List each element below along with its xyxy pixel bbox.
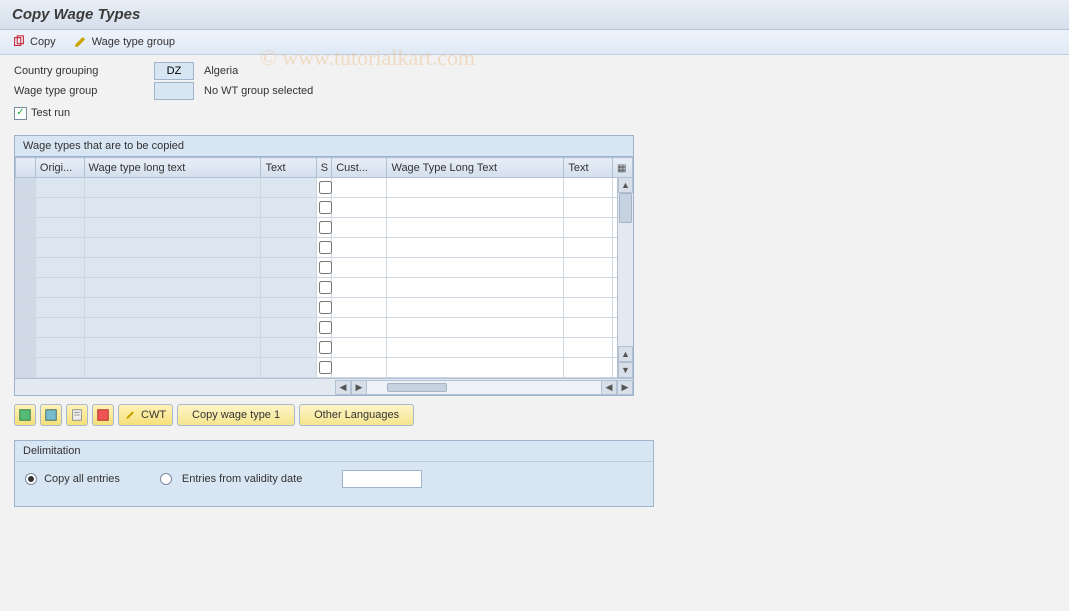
col-wtlt2[interactable]: Wage Type Long Text <box>387 158 564 178</box>
table-row[interactable] <box>16 358 633 378</box>
cwt-button[interactable]: CWT <box>118 404 173 426</box>
table-row[interactable] <box>16 298 633 318</box>
delimitation-panel: Delimitation Copy all entries Entries fr… <box>14 440 654 507</box>
row-checkbox[interactable] <box>319 341 332 354</box>
hscroll-right2-icon[interactable]: ▶ <box>617 380 633 395</box>
col-origi[interactable]: Origi... <box>35 158 84 178</box>
radio-from-icon[interactable] <box>160 473 172 485</box>
col-wtlt[interactable]: Wage type long text <box>84 158 261 178</box>
wtg-row: Wage type group No WT group selected <box>14 81 1055 101</box>
hscroll-right-icon[interactable]: ▶ <box>351 380 367 395</box>
pencil-icon <box>74 35 88 49</box>
row-checkbox[interactable] <box>319 261 332 274</box>
copy1-label: Copy wage type 1 <box>192 409 280 421</box>
row-checkbox[interactable] <box>319 301 332 314</box>
country-code-input[interactable] <box>154 62 194 80</box>
opt-from-label: Entries from validity date <box>182 473 302 485</box>
copy-label: Copy <box>30 36 56 48</box>
action-btn-3[interactable] <box>66 404 88 426</box>
toolbar: Copy Wage type group <box>0 30 1069 55</box>
testrun-checkbox[interactable] <box>14 107 27 120</box>
copy-button[interactable]: Copy <box>12 35 56 49</box>
wtg-label: Wage type group <box>92 36 175 48</box>
row-checkbox[interactable] <box>319 321 332 334</box>
table-row[interactable] <box>16 178 633 198</box>
validity-date-input[interactable] <box>342 470 422 488</box>
table-row[interactable] <box>16 318 633 338</box>
country-desc: Algeria <box>204 65 238 77</box>
hscroll-left-icon[interactable]: ◀ <box>335 380 351 395</box>
radio-copy-all[interactable]: Copy all entries <box>25 473 120 485</box>
copy-wage-type-1-button[interactable]: Copy wage type 1 <box>177 404 295 426</box>
action-btn-1[interactable] <box>14 404 36 426</box>
col-text2[interactable]: Text <box>564 158 613 178</box>
table-row[interactable] <box>16 238 633 258</box>
col-s[interactable]: S <box>316 158 331 178</box>
scroll-thumb[interactable] <box>619 193 632 223</box>
row-checkbox[interactable] <box>319 181 332 194</box>
action-btn-2[interactable] <box>40 404 62 426</box>
page-title-text: Copy Wage Types <box>12 6 140 23</box>
table-row[interactable] <box>16 338 633 358</box>
radio-entries-from[interactable]: Entries from validity date <box>160 473 302 485</box>
col-config[interactable]: ▦ <box>613 158 633 178</box>
col-cust[interactable]: Cust... <box>332 158 387 178</box>
row-checkbox[interactable] <box>319 221 332 234</box>
country-label: Country grouping <box>14 65 154 77</box>
country-row: Country grouping Algeria <box>14 61 1055 81</box>
testrun-row: Test run <box>14 103 1055 123</box>
other-lang-label: Other Languages <box>314 409 399 421</box>
hscroll-track[interactable] <box>367 380 601 395</box>
col-text1[interactable]: Text <box>261 158 316 178</box>
scroll-up-icon[interactable]: ▲ <box>618 177 633 193</box>
wage-type-group-button[interactable]: Wage type group <box>74 35 175 49</box>
hscroll-left2-icon[interactable]: ◀ <box>601 380 617 395</box>
table-row[interactable] <box>16 218 633 238</box>
wtg-desc: No WT group selected <box>204 85 313 97</box>
table-row[interactable] <box>16 278 633 298</box>
other-languages-button[interactable]: Other Languages <box>299 404 414 426</box>
config-icon[interactable]: ▦ <box>617 163 626 174</box>
row-checkbox[interactable] <box>319 241 332 254</box>
wtg-input[interactable] <box>154 82 194 100</box>
copy-icon <box>12 35 26 49</box>
grid-wrap: Origi... Wage type long text Text S Cust… <box>15 157 633 378</box>
row-checkbox[interactable] <box>319 201 332 214</box>
action-bar: CWT Copy wage type 1 Other Languages <box>14 404 1055 426</box>
table-row[interactable] <box>16 258 633 278</box>
scroll-down-2-icon[interactable]: ▲ <box>618 346 633 362</box>
row-checkbox[interactable] <box>319 281 332 294</box>
radio-all-icon[interactable] <box>25 473 37 485</box>
vertical-scrollbar[interactable]: ▲ ▲ ▼ <box>617 177 633 378</box>
hscroll-thumb[interactable] <box>387 383 447 392</box>
delimitation-title: Delimitation <box>15 441 653 462</box>
action-btn-4[interactable] <box>92 404 114 426</box>
content-area: Country grouping Algeria Wage type group… <box>0 55 1069 513</box>
wage-types-panel: Wage types that are to be copied Origi..… <box>14 135 634 396</box>
cwt-label: CWT <box>141 409 166 421</box>
wtg-field-label: Wage type group <box>14 85 154 97</box>
row-checkbox[interactable] <box>319 361 332 374</box>
testrun-label: Test run <box>31 107 70 119</box>
scroll-down-icon[interactable]: ▼ <box>618 362 633 378</box>
panel-header: Wage types that are to be copied <box>15 136 633 157</box>
col-select[interactable] <box>16 158 36 178</box>
table-row[interactable] <box>16 198 633 218</box>
page-title: Copy Wage Types <box>0 0 1069 30</box>
opt-all-label: Copy all entries <box>44 473 120 485</box>
horizontal-scrollbar: ◀ ▶ ◀ ▶ <box>15 378 633 395</box>
wage-types-table: Origi... Wage type long text Text S Cust… <box>15 157 633 378</box>
